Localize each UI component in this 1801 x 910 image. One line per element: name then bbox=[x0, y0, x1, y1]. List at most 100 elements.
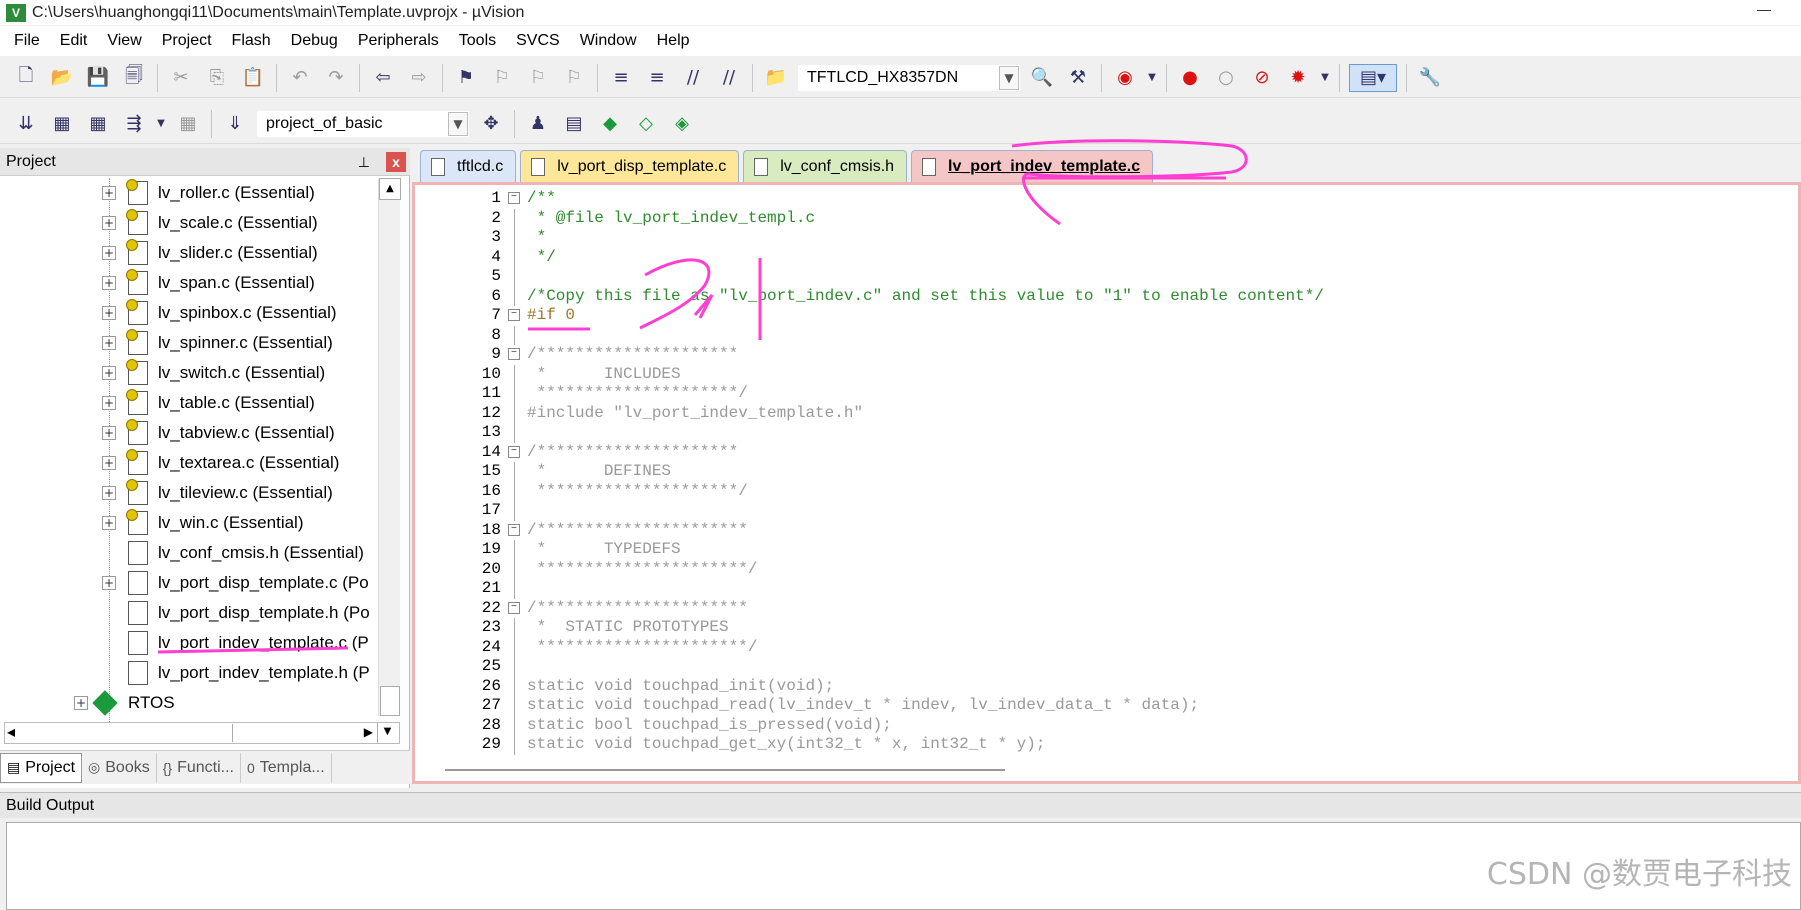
target-options-icon[interactable]: ✥ bbox=[477, 110, 505, 138]
tree-item[interactable]: + lv_spinbox.c (Essential) bbox=[0, 298, 378, 328]
expand-icon[interactable]: + bbox=[102, 426, 116, 440]
tree-item[interactable]: + lv_switch.c (Essential) bbox=[0, 358, 378, 388]
menu-edit[interactable]: Edit bbox=[50, 32, 98, 50]
editor-horizontal-scrollbar[interactable] bbox=[445, 769, 1005, 771]
tree-item[interactable]: + lv_port_disp_template.c (Po bbox=[0, 568, 378, 598]
code-editor[interactable]: 1−/** 2 * @file lv_port_indev_templ.c 3 * 4… bbox=[412, 182, 1801, 784]
run-time-environment-icon[interactable]: ◆ bbox=[596, 110, 624, 138]
scroll-thumb[interactable] bbox=[380, 686, 400, 716]
menu-svcs[interactable]: SVCS bbox=[506, 32, 570, 50]
redo-icon[interactable]: ↷ bbox=[322, 64, 350, 92]
menu-view[interactable]: View bbox=[97, 32, 151, 50]
copy-icon[interactable]: ⎘ bbox=[203, 64, 231, 92]
disable-breakpoint-icon[interactable]: ○ bbox=[1212, 64, 1240, 92]
minimize-button[interactable] bbox=[1757, 10, 1771, 11]
comment-icon[interactable]: // bbox=[679, 64, 707, 92]
expand-icon[interactable]: + bbox=[74, 696, 88, 710]
chevron-down-icon[interactable]: ▼ bbox=[448, 111, 468, 136]
menu-peripherals[interactable]: Peripherals bbox=[348, 32, 449, 50]
rebuild-icon[interactable]: ▦ bbox=[84, 110, 112, 138]
save-icon[interactable]: 💾 bbox=[84, 64, 112, 92]
tree-horizontal-scrollbar[interactable]: ◀ ▶ ▼ bbox=[4, 722, 400, 744]
breakpoints-menu-icon[interactable]: ✹ bbox=[1284, 64, 1312, 92]
menu-tools[interactable]: Tools bbox=[449, 32, 506, 50]
expand-icon[interactable]: + bbox=[102, 186, 116, 200]
editor-tab[interactable]: lv_port_indev_template.c bbox=[911, 150, 1154, 182]
chevron-down-icon[interactable]: ▼ bbox=[156, 110, 166, 138]
menu-file[interactable]: File bbox=[4, 32, 50, 50]
unindent-icon[interactable]: ≡ bbox=[643, 64, 671, 92]
window-layout-icon[interactable]: ▤▾ bbox=[1349, 63, 1397, 92]
chevron-down-icon[interactable]: ▼ bbox=[1320, 64, 1330, 92]
build-output-pane[interactable]: CSDN @数贾电子科技 bbox=[6, 822, 1801, 910]
tree-item[interactable]: lv_port_disp_template.h (Po bbox=[0, 598, 378, 628]
tree-item[interactable]: lv_conf_cmsis.h (Essential) bbox=[0, 538, 378, 568]
expand-icon[interactable]: + bbox=[102, 366, 116, 380]
breakpoint-icon[interactable]: ● bbox=[1176, 64, 1204, 92]
manage-project-items-icon[interactable]: ♟ bbox=[524, 110, 552, 138]
expand-icon[interactable]: + bbox=[102, 396, 116, 410]
fold-toggle-icon[interactable]: − bbox=[508, 601, 520, 614]
batch-build-icon[interactable]: ⇶ bbox=[120, 110, 148, 138]
expand-icon[interactable]: + bbox=[102, 246, 116, 260]
tree-item[interactable]: + lv_tileview.c (Essential) bbox=[0, 478, 378, 508]
uncomment-icon[interactable]: // bbox=[715, 64, 743, 92]
tab-project[interactable]: ▤ Project bbox=[0, 752, 83, 783]
editor-tab[interactable]: lv_conf_cmsis.h bbox=[743, 150, 908, 182]
tab-books[interactable]: ◎ Books bbox=[82, 752, 157, 783]
menu-debug[interactable]: Debug bbox=[281, 32, 348, 50]
tree-item[interactable]: + lv_spinner.c (Essential) bbox=[0, 328, 378, 358]
incremental-find-icon[interactable]: ⚒ bbox=[1064, 64, 1092, 92]
cut-icon[interactable]: ✂ bbox=[167, 64, 195, 92]
bookmark-icon[interactable]: ⚑ bbox=[452, 64, 480, 92]
tree-item[interactable]: + RTOS bbox=[0, 688, 378, 718]
navigate-forward-icon[interactable]: ⇨ bbox=[405, 64, 433, 92]
tree-item[interactable]: + lv_slider.c (Essential) bbox=[0, 238, 378, 268]
prev-bookmark-icon[interactable]: ⚐ bbox=[488, 64, 516, 92]
expand-icon[interactable]: + bbox=[102, 516, 116, 530]
tree-item[interactable]: + lv_textarea.c (Essential) bbox=[0, 448, 378, 478]
find-icon[interactable]: 🔍 bbox=[1028, 64, 1056, 92]
fold-toggle-icon[interactable]: − bbox=[508, 523, 520, 536]
build-icon[interactable]: ▦ bbox=[48, 110, 76, 138]
target-combo[interactable]: TFTLCD_HX8357DN ▼ bbox=[798, 64, 1020, 91]
tree-item[interactable]: + lv_roller.c (Essential) bbox=[0, 178, 378, 208]
new-file-icon[interactable]: 🗋 bbox=[12, 64, 40, 92]
tree-item[interactable]: + lv_table.c (Essential) bbox=[0, 388, 378, 418]
tree-item[interactable]: + lv_scale.c (Essential) bbox=[0, 208, 378, 238]
editor-tab[interactable]: lv_port_disp_template.c bbox=[520, 150, 740, 182]
debug-session-icon[interactable]: ◉ bbox=[1111, 64, 1139, 92]
tree-item[interactable]: + lv_win.c (Essential) bbox=[0, 508, 378, 538]
expand-icon[interactable]: + bbox=[102, 306, 116, 320]
select-packs-icon[interactable]: ◈ bbox=[668, 110, 696, 138]
scroll-thumb[interactable] bbox=[15, 724, 233, 742]
tree-item[interactable]: + lv_span.c (Essential) bbox=[0, 268, 378, 298]
tab-templates[interactable]: 0 Templa... bbox=[241, 752, 332, 783]
tree-vertical-scrollbar[interactable]: ▲ bbox=[378, 178, 401, 716]
open-folder-icon[interactable]: 📂 bbox=[48, 64, 76, 92]
manage-components-icon[interactable]: ▤ bbox=[560, 110, 588, 138]
scroll-up-icon[interactable]: ▲ bbox=[379, 178, 401, 200]
find-in-files-icon[interactable]: 📁 bbox=[762, 64, 790, 92]
pin-icon[interactable]: ⊥ bbox=[358, 154, 370, 171]
tree-item[interactable]: + lv_tabview.c (Essential) bbox=[0, 418, 378, 448]
undo-icon[interactable]: ↶ bbox=[286, 64, 314, 92]
expand-icon[interactable]: + bbox=[102, 216, 116, 230]
scroll-right-icon[interactable]: ▶ bbox=[364, 725, 373, 739]
menu-help[interactable]: Help bbox=[647, 32, 700, 50]
menu-flash[interactable]: Flash bbox=[222, 32, 281, 50]
editor-tab[interactable]: tftlcd.c bbox=[420, 150, 517, 182]
kill-breakpoints-icon[interactable]: ⊘ bbox=[1248, 64, 1276, 92]
tree-item[interactable]: lv_port_indev_template.h (P bbox=[0, 658, 378, 688]
tab-functions[interactable]: {} Functi... bbox=[157, 752, 241, 783]
fold-toggle-icon[interactable]: − bbox=[508, 348, 520, 360]
scroll-down-icon[interactable]: ▼ bbox=[377, 723, 397, 743]
project-target-combo[interactable]: project_of_basic ▼ bbox=[257, 110, 469, 137]
tree-item[interactable]: lv_port_indev_template.c (P bbox=[0, 628, 378, 658]
fold-toggle-icon[interactable]: − bbox=[508, 309, 520, 321]
chevron-down-icon[interactable]: ▼ bbox=[999, 65, 1019, 90]
close-icon[interactable]: x bbox=[386, 152, 406, 172]
next-bookmark-icon[interactable]: ⚐ bbox=[524, 64, 552, 92]
chevron-down-icon[interactable]: ▼ bbox=[1147, 64, 1157, 92]
download-icon[interactable]: ⇓ bbox=[221, 110, 249, 138]
